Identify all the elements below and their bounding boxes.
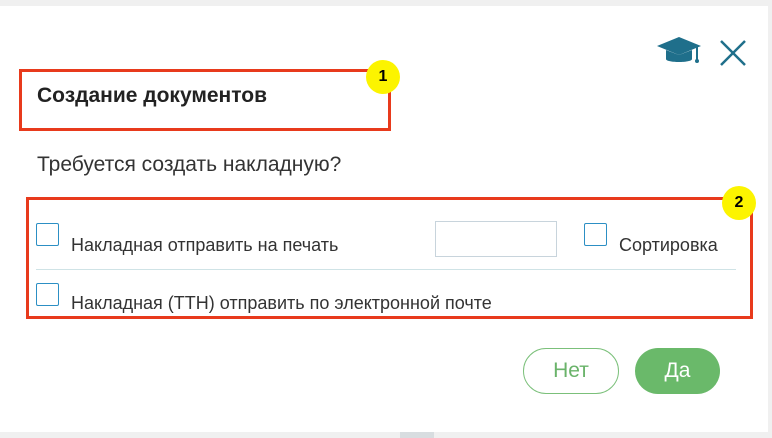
background-fragment (400, 432, 434, 438)
close-icon[interactable] (716, 36, 750, 70)
highlight-box-options (26, 197, 753, 319)
yes-button[interactable]: Да (635, 348, 720, 394)
annotation-badge-1: 1 (366, 60, 400, 94)
annotation-badge-2: 2 (722, 186, 756, 220)
highlight-box-title (19, 69, 391, 131)
dialog-question: Требуется создать накладную? (37, 153, 342, 176)
graduation-cap-icon[interactable] (656, 34, 702, 68)
no-button[interactable]: Нет (523, 348, 619, 394)
